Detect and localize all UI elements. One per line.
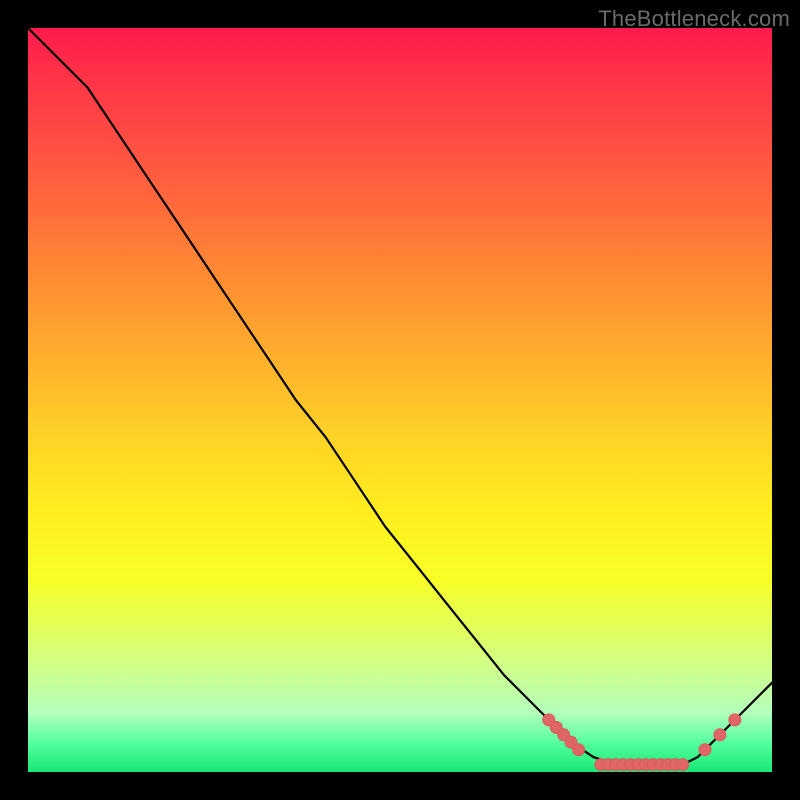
chart-frame: TheBottleneck.com bbox=[0, 0, 800, 800]
curve-marker bbox=[573, 744, 585, 756]
curve-marker bbox=[729, 714, 741, 726]
curve-marker bbox=[699, 744, 711, 756]
chart-svg bbox=[28, 28, 772, 772]
curve-marker bbox=[714, 729, 726, 741]
plot-area bbox=[28, 28, 772, 772]
bottleneck-curve bbox=[28, 28, 772, 765]
curve-marker bbox=[677, 759, 689, 771]
